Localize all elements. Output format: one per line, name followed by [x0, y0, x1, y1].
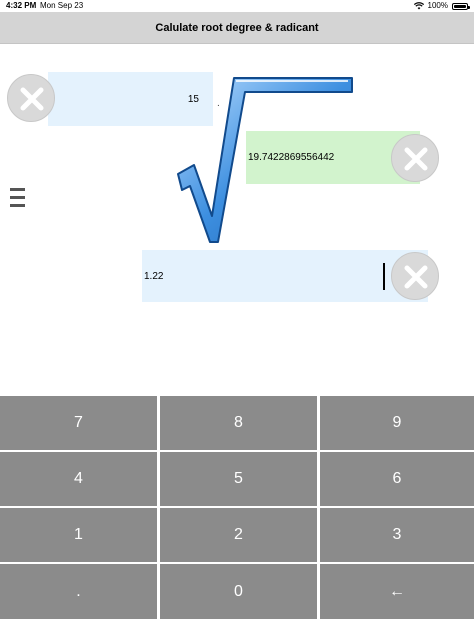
wifi-icon [413, 2, 424, 10]
key-7[interactable]: 7 [0, 396, 157, 450]
result-value: 19.7422869556442 [248, 152, 335, 163]
key-backspace[interactable]: ← [320, 564, 474, 619]
status-bar: 4:32 PM Mon Sep 23 100% [0, 0, 474, 12]
clear-degree-button[interactable] [7, 74, 55, 122]
close-icon [404, 265, 428, 289]
key-1[interactable]: 1 [0, 508, 157, 562]
root-degree-field[interactable]: 15 [48, 72, 213, 126]
numeric-keypad: 7 8 9 4 5 6 1 2 3 . 0 ← [0, 394, 474, 632]
status-date: Mon Sep 23 [40, 1, 84, 10]
key-8[interactable]: 8 [160, 396, 317, 450]
key-9[interactable]: 9 [320, 396, 474, 450]
clear-radicand-button[interactable] [391, 252, 439, 300]
page-title: Calulate root degree & radicant [155, 22, 319, 34]
battery-percent: 100% [427, 1, 448, 10]
root-degree-value: 15 [187, 93, 199, 105]
dot-mark: . [217, 98, 220, 109]
status-time: 4:32 PM [6, 1, 37, 10]
radicand-field[interactable]: 1.22 [142, 250, 428, 302]
key-5[interactable]: 5 [160, 452, 317, 506]
key-3[interactable]: 3 [320, 508, 474, 562]
navigation-bar: Calulate root degree & radicant [0, 12, 474, 44]
radicand-value: 1.22 [144, 270, 164, 282]
close-icon [404, 147, 428, 171]
key-0[interactable]: 0 [160, 564, 317, 619]
key-2[interactable]: 2 [160, 508, 317, 562]
key-decimal[interactable]: . [0, 564, 157, 619]
key-4[interactable]: 4 [0, 452, 157, 506]
close-icon [20, 87, 44, 111]
key-6[interactable]: 6 [320, 452, 474, 506]
menu-icon[interactable] [10, 186, 26, 210]
text-cursor [383, 263, 385, 290]
status-indicators: 100% [413, 0, 470, 12]
clear-result-button[interactable] [391, 134, 439, 182]
battery-icon [452, 2, 470, 10]
